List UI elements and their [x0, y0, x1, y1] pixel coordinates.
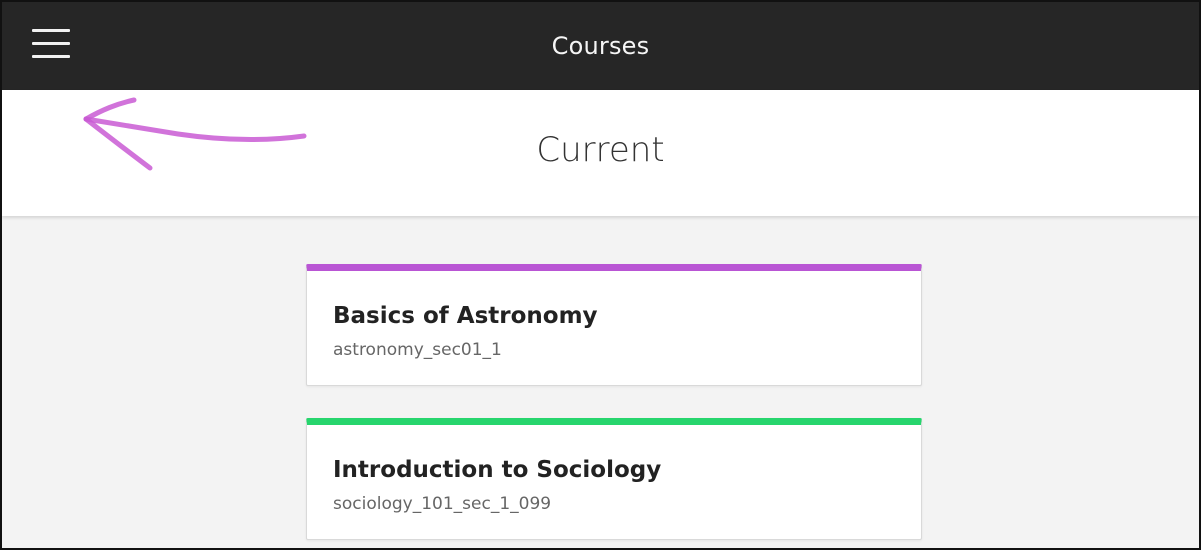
course-card-astronomy[interactable]: Basics of Astronomy astronomy_sec01_1	[306, 264, 922, 386]
top-app-bar: Courses	[2, 2, 1199, 90]
course-card-sociology[interactable]: Introduction to Sociology sociology_101_…	[306, 418, 922, 540]
app-frame: Courses Current Basics of Astronomy astr…	[0, 0, 1201, 550]
left-arrow-annotation-icon	[83, 97, 307, 171]
course-id: sociology_101_sec_1_099	[333, 494, 552, 514]
course-name: Basics of Astronomy	[333, 303, 598, 329]
page-title: Courses	[551, 32, 650, 60]
course-id: astronomy_sec01_1	[333, 340, 502, 360]
course-list: Basics of Astronomy astronomy_sec01_1 In…	[306, 264, 922, 548]
course-name: Introduction to Sociology	[333, 457, 662, 483]
